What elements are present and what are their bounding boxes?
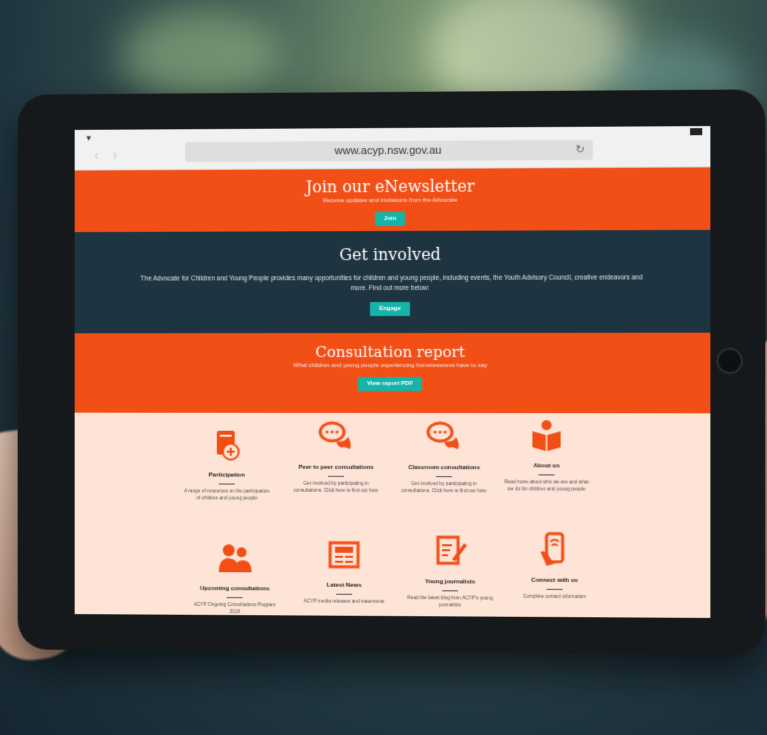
tablet-screen: ▾ ‹› www.acyp.nsw.gov.au ↻ Join our eNew… bbox=[75, 126, 711, 618]
tile-description: Complete contact information bbox=[504, 594, 605, 602]
tile-description: Read more about who we are and what we d… bbox=[496, 479, 597, 493]
people-icon bbox=[217, 540, 253, 576]
tile-participation[interactable]: Participation A range of resources on th… bbox=[177, 427, 276, 503]
back-icon[interactable]: ‹ bbox=[94, 147, 112, 163]
consultation-title: Consultation report bbox=[75, 343, 711, 361]
chat-bubbles-icon bbox=[318, 419, 354, 455]
notepad-pen-icon bbox=[432, 533, 468, 569]
tile-description: ACYP Ongoing Consultations Program 2016 bbox=[185, 602, 284, 617]
address-bar[interactable]: www.acyp.nsw.gov.au ↻ bbox=[185, 140, 593, 162]
tile-title: Latest News bbox=[294, 582, 394, 591]
view-report-button[interactable]: View report PDF bbox=[358, 377, 422, 391]
home-button[interactable] bbox=[716, 348, 742, 374]
tile-upcoming-consultations[interactable]: Upcoming consultations ACYP Ongoing Cons… bbox=[185, 540, 284, 616]
divider bbox=[436, 476, 452, 477]
reload-icon[interactable]: ↻ bbox=[576, 140, 585, 160]
battery-icon bbox=[690, 128, 702, 135]
wifi-icon: ▾ bbox=[86, 133, 90, 144]
tile-description: Get involved by participating in consult… bbox=[286, 481, 386, 495]
divider bbox=[547, 589, 563, 590]
divider bbox=[227, 597, 243, 598]
tile-latest-news[interactable]: Latest News ACYP media releases and stat… bbox=[294, 537, 394, 606]
newsletter-subtitle: Receive updates and invitations from the… bbox=[75, 197, 711, 206]
consultation-report-banner: Consultation report What children and yo… bbox=[75, 333, 711, 414]
tile-young-journalists[interactable]: Young journalists Read the latest blog f… bbox=[400, 533, 500, 610]
tile-title: Connect with us bbox=[504, 577, 605, 586]
get-involved-section: Get involved The Advocate for Children a… bbox=[75, 230, 711, 333]
reader-icon bbox=[528, 417, 564, 453]
divider bbox=[442, 590, 458, 591]
join-button[interactable]: Join bbox=[375, 212, 405, 226]
divider bbox=[538, 474, 554, 475]
tile-title: Participation bbox=[177, 471, 276, 479]
tile-grid: Participation A range of resources on th… bbox=[75, 413, 711, 618]
tile-description: Get involved by participating in consult… bbox=[394, 481, 494, 495]
tile-classroom[interactable]: Classroom consultations Get involved by … bbox=[394, 419, 494, 495]
background-bokeh bbox=[120, 10, 280, 100]
newsletter-banner: Join our eNewsletter Receive updates and… bbox=[75, 167, 711, 232]
tile-about-us[interactable]: About us Read more about who we are and … bbox=[496, 417, 597, 494]
url-text: www.acyp.nsw.gov.au bbox=[335, 145, 442, 158]
tile-title: Classroom consultations bbox=[394, 464, 494, 472]
book-hand-icon bbox=[209, 427, 245, 463]
newspaper-icon bbox=[326, 537, 362, 573]
get-involved-text: The Advocate for Children and Young Peop… bbox=[75, 273, 711, 294]
tile-connect[interactable]: Connect with us Complete contact informa… bbox=[504, 531, 605, 601]
forward-icon[interactable]: › bbox=[113, 146, 131, 162]
tile-description: A range of resources on the participatio… bbox=[177, 488, 276, 502]
tile-title: Peer to peer consultations bbox=[286, 464, 386, 472]
newsletter-title: Join our eNewsletter bbox=[75, 175, 711, 197]
divider bbox=[328, 476, 344, 477]
tile-title: About us bbox=[496, 462, 597, 470]
chat-bubbles-icon bbox=[426, 419, 462, 455]
tile-title: Upcoming consultations bbox=[185, 585, 284, 594]
tile-peer-to-peer[interactable]: Peer to peer consultations Get involved … bbox=[286, 419, 386, 495]
consultation-subtitle: What children and young people experienc… bbox=[75, 363, 711, 369]
tablet-device: ▾ ‹› www.acyp.nsw.gov.au ↻ Join our eNew… bbox=[18, 89, 766, 654]
tile-description: ACYP media releases and statements bbox=[294, 598, 394, 606]
tile-description: Read the latest blog from ACYP's young j… bbox=[400, 595, 500, 610]
engage-button[interactable]: Engage bbox=[370, 302, 410, 316]
divider bbox=[219, 484, 235, 485]
phone-hand-icon bbox=[536, 532, 572, 568]
divider bbox=[336, 594, 352, 595]
nav-arrows: ‹› bbox=[94, 146, 131, 162]
tile-title: Young journalists bbox=[400, 578, 500, 587]
browser-toolbar: ▾ ‹› www.acyp.nsw.gov.au ↻ bbox=[75, 126, 711, 171]
get-involved-title: Get involved bbox=[75, 244, 711, 265]
